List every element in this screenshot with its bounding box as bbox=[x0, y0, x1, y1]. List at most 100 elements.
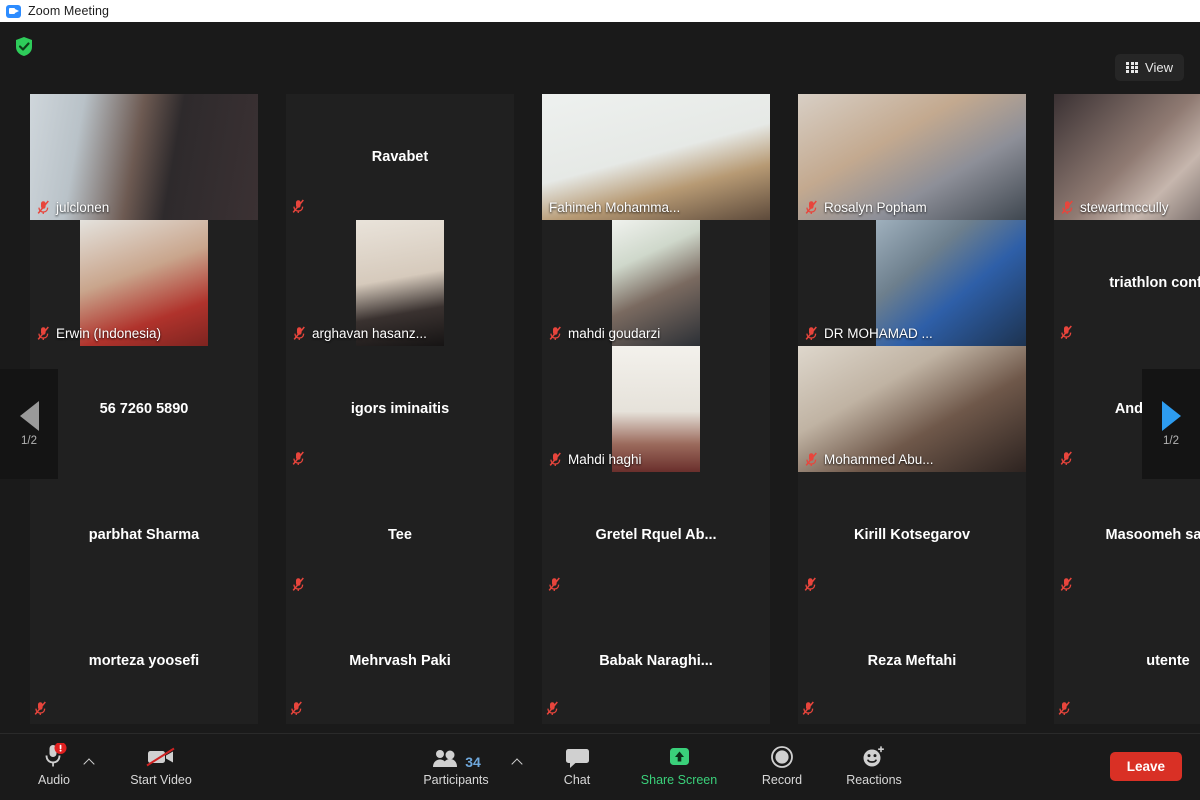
participant-tile[interactable]: parbhat Sharma bbox=[30, 472, 258, 598]
participant-tile[interactable]: Babak Naraghi... bbox=[542, 598, 770, 724]
participant-tile[interactable]: Masoomeh sada... bbox=[1054, 472, 1200, 598]
participant-name-overlay: julclonen bbox=[30, 200, 258, 220]
participant-tile[interactable]: Fahimeh Mohamma... bbox=[542, 94, 770, 220]
smiley-plus-icon bbox=[860, 742, 888, 770]
participant-name: 56 7260 5890 bbox=[99, 401, 189, 417]
participant-name-overlay: Erwin (Indonesia) bbox=[30, 326, 258, 346]
muted-mic-icon bbox=[292, 451, 305, 466]
participant-tile[interactable]: mahdi goudarzi bbox=[542, 220, 770, 346]
record-button[interactable]: Record bbox=[752, 742, 812, 794]
audio-label: Audio bbox=[38, 773, 70, 787]
muted-mic-icon bbox=[804, 577, 817, 592]
chat-label: Chat bbox=[563, 773, 591, 787]
participant-tile[interactable]: utente bbox=[1054, 598, 1200, 724]
gallery-row: Erwin (Indonesia) arghavan hasanz... mahdi… bbox=[0, 220, 1200, 346]
muted-mic-icon bbox=[805, 326, 818, 341]
muted-mic-icon bbox=[549, 326, 562, 341]
prev-page-label: 1/2 bbox=[21, 435, 37, 447]
muted-mic-icon bbox=[290, 701, 303, 716]
muted-mic-icon bbox=[1060, 325, 1073, 340]
participant-tile[interactable]: Tee bbox=[286, 472, 514, 598]
audio-button[interactable]: Audio bbox=[28, 742, 80, 794]
muted-mic-icon bbox=[546, 701, 559, 716]
microphone-warning-icon bbox=[41, 742, 67, 770]
next-page-button[interactable]: 1/2 bbox=[1142, 369, 1200, 479]
participants-options-caret-icon[interactable] bbox=[512, 756, 524, 768]
window-titlebar: Zoom Meeting bbox=[0, 0, 1200, 22]
record-circle-icon bbox=[769, 742, 795, 770]
participant-tile[interactable]: Mehrvash Paki bbox=[286, 598, 514, 724]
participant-tile[interactable]: Erwin (Indonesia) bbox=[30, 220, 258, 346]
muted-mic-icon bbox=[292, 577, 305, 592]
zoom-camera-icon bbox=[6, 4, 21, 18]
grid-view-icon bbox=[1126, 61, 1139, 74]
gallery-row: 56 7260 5890 igors iminaitis Mahdi haghi Mo… bbox=[0, 346, 1200, 472]
gallery-row: julclonen Ravabet Fahimeh Mohamma... Rosaly… bbox=[0, 94, 1200, 220]
right-arrow-icon bbox=[1161, 401, 1181, 431]
meeting-toolbar: Audio Start Video 34 Participants Chat S… bbox=[0, 733, 1200, 800]
participant-name: Tee bbox=[388, 527, 412, 543]
muted-mic-icon bbox=[1060, 577, 1073, 592]
muted-mic-icon bbox=[34, 701, 47, 716]
participant-tile[interactable]: triathlon confer... bbox=[1054, 220, 1200, 346]
participant-name: igors iminaitis bbox=[350, 401, 450, 417]
participant-tile[interactable]: julclonen bbox=[30, 94, 258, 220]
participant-name: utente bbox=[1146, 653, 1190, 669]
participant-name: parbhat Sharma bbox=[88, 527, 200, 543]
participant-name: julclonen bbox=[56, 200, 110, 215]
leave-button[interactable]: Leave bbox=[1109, 752, 1182, 781]
participant-name: Mohammed Abu... bbox=[824, 452, 934, 467]
view-button[interactable]: View bbox=[1115, 54, 1184, 81]
start-video-label: Start Video bbox=[130, 773, 192, 787]
audio-options-caret-icon[interactable] bbox=[84, 756, 96, 768]
participant-tile[interactable]: igors iminaitis bbox=[286, 346, 514, 472]
participants-button[interactable]: 34 Participants bbox=[415, 742, 497, 794]
start-video-button[interactable]: Start Video bbox=[120, 742, 202, 794]
participant-tile[interactable]: Kirill Kotsegarov bbox=[798, 472, 1026, 598]
muted-mic-icon bbox=[37, 200, 50, 215]
gallery-row: parbhat Sharma Tee Gretel Rquel Ab... Kiril… bbox=[0, 472, 1200, 598]
participant-name: triathlon confer... bbox=[1109, 275, 1200, 291]
participant-name: arghavan hasanz... bbox=[312, 326, 427, 341]
participant-tile[interactable]: Mohammed Abu... bbox=[798, 346, 1026, 472]
participant-tile[interactable]: DR MOHAMAD ... bbox=[798, 220, 1026, 346]
participant-tile[interactable]: Rosalyn Popham bbox=[798, 94, 1026, 220]
participant-name-overlay: Fahimeh Mohamma... bbox=[542, 200, 770, 220]
participant-tile[interactable]: 56 7260 5890 bbox=[30, 346, 258, 472]
record-label: Record bbox=[761, 773, 803, 787]
muted-mic-icon bbox=[548, 577, 561, 592]
participant-name: mahdi goudarzi bbox=[568, 326, 661, 341]
participant-name: Kirill Kotsegarov bbox=[853, 527, 971, 543]
share-screen-label: Share Screen bbox=[640, 773, 718, 787]
chat-button[interactable]: Chat bbox=[548, 742, 606, 794]
muted-mic-icon bbox=[802, 701, 815, 716]
participant-name-overlay: arghavan hasanz... bbox=[286, 326, 514, 346]
meeting-topbar: View bbox=[0, 22, 1200, 94]
participant-name: Fahimeh Mohamma... bbox=[549, 200, 681, 215]
participant-tile[interactable]: Ravabet bbox=[286, 94, 514, 220]
prev-page-button[interactable]: 1/2 bbox=[0, 369, 58, 479]
green-shield-icon[interactable] bbox=[14, 36, 34, 57]
participant-tile[interactable]: Reza Meftahi bbox=[798, 598, 1026, 724]
participant-name: DR MOHAMAD ... bbox=[824, 326, 933, 341]
participant-name-overlay: stewartmccully bbox=[1054, 200, 1200, 220]
share-screen-button[interactable]: Share Screen bbox=[630, 742, 728, 794]
participant-name: Rosalyn Popham bbox=[824, 200, 927, 215]
participant-tile[interactable]: arghavan hasanz... bbox=[286, 220, 514, 346]
participant-name: Reza Meftahi bbox=[867, 653, 957, 669]
participant-name: Mehrvash Paki bbox=[349, 653, 451, 669]
reactions-label: Reactions bbox=[846, 773, 902, 787]
participant-name-overlay: DR MOHAMAD ... bbox=[798, 326, 1026, 346]
people-icon: 34 bbox=[431, 742, 481, 770]
participant-tile[interactable]: Mahdi haghi bbox=[542, 346, 770, 472]
reactions-button[interactable]: Reactions bbox=[836, 742, 912, 794]
muted-mic-icon bbox=[1061, 200, 1074, 215]
participant-name-overlay: Mahdi haghi bbox=[542, 452, 770, 472]
participant-gallery: julclonen Ravabet Fahimeh Mohamma... Rosaly… bbox=[0, 94, 1200, 734]
participant-tile[interactable]: stewartmccully bbox=[1054, 94, 1200, 220]
participant-tile[interactable]: morteza yoosefi bbox=[30, 598, 258, 724]
participant-name: Masoomeh sada... bbox=[1105, 527, 1200, 543]
participant-tile[interactable]: Gretel Rquel Ab... bbox=[542, 472, 770, 598]
muted-mic-icon bbox=[293, 326, 306, 341]
muted-mic-icon bbox=[1058, 701, 1071, 716]
